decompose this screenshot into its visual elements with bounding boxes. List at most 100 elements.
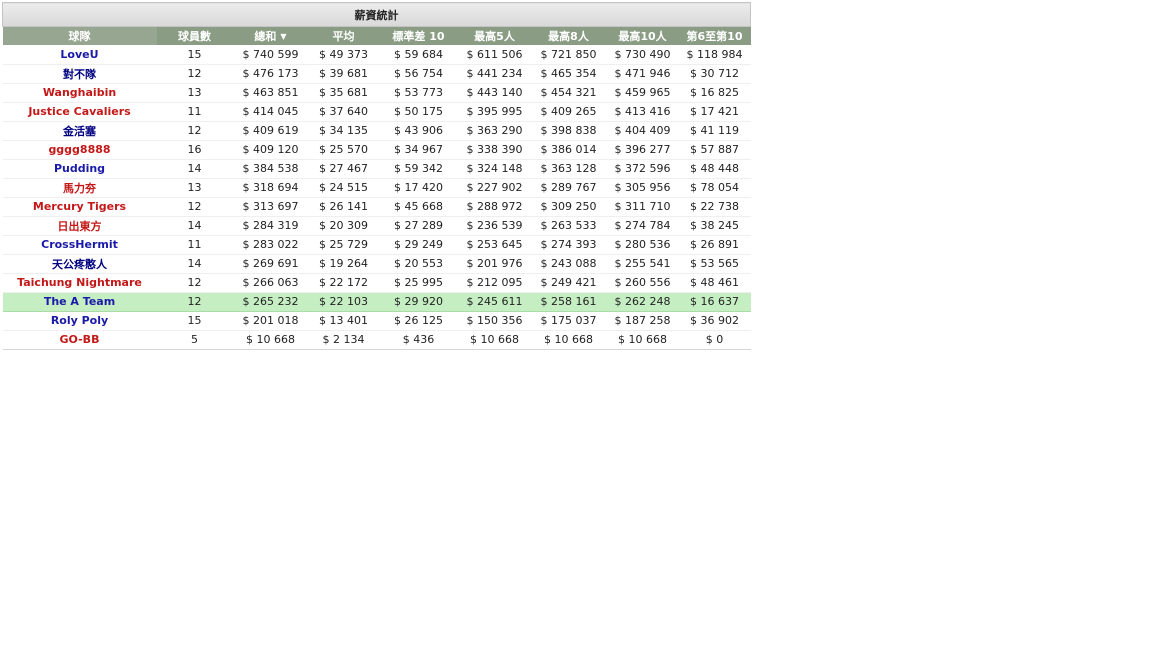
team-link[interactable]: Mercury Tigers: [2, 197, 157, 217]
cell-6th-to-10th: $ 118 984: [678, 45, 751, 65]
column-header-average[interactable]: 平均: [308, 26, 379, 45]
cell-total: $ 284 319: [232, 216, 309, 236]
cell-6th-to-10th: $ 57 887: [678, 140, 751, 160]
cell-average: $ 13 401: [308, 311, 379, 331]
cell-top5: $ 338 390: [458, 140, 531, 160]
column-header-stddev[interactable]: 標準差 10: [378, 26, 459, 45]
cell-players: 11: [156, 102, 233, 122]
cell-top10: $ 10 668: [606, 330, 679, 350]
cell-stddev: $ 29 249: [378, 235, 459, 255]
cell-players: 11: [156, 235, 233, 255]
triangle-down-icon: ▼: [280, 32, 287, 41]
cell-players: 13: [156, 83, 233, 103]
cell-top8: $ 309 250: [530, 197, 607, 217]
column-header-top10[interactable]: 最高10人: [606, 26, 679, 45]
column-header-label: 最高8人: [548, 30, 589, 43]
column-header-top5[interactable]: 最高5人: [458, 26, 531, 45]
cell-6th-to-10th: $ 26 891: [678, 235, 751, 255]
cell-total: $ 409 619: [232, 121, 309, 141]
cell-average: $ 26 141: [308, 197, 379, 217]
table-row: Wanghaibin 13 $ 463 851 $ 35 681 $ 53 773 $ 4…: [2, 83, 751, 103]
table-row: 天公疼憨人 14 $ 269 691 $ 19 264 $ 20 553 $ 201 97…: [2, 254, 751, 274]
cell-top8: $ 243 088: [530, 254, 607, 274]
cell-top5: $ 324 148: [458, 159, 531, 179]
cell-top5: $ 236 539: [458, 216, 531, 236]
table-row: CrossHermit 11 $ 283 022 $ 25 729 $ 29 249 $ …: [2, 235, 751, 255]
cell-top10: $ 471 946: [606, 64, 679, 84]
cell-top10: $ 730 490: [606, 45, 679, 65]
cell-top8: $ 721 850: [530, 45, 607, 65]
cell-players: 14: [156, 159, 233, 179]
cell-top8: $ 465 354: [530, 64, 607, 84]
team-link[interactable]: Wanghaibin: [2, 83, 157, 103]
cell-average: $ 2 134: [308, 330, 379, 350]
team-link[interactable]: GO-BB: [2, 330, 157, 350]
cell-players: 16: [156, 140, 233, 160]
team-link[interactable]: 對不隊: [2, 64, 157, 84]
cell-top5: $ 10 668: [458, 330, 531, 350]
cell-top10: $ 396 277: [606, 140, 679, 160]
cell-top5: $ 245 611: [458, 291, 531, 312]
column-header-players[interactable]: 球員數: [156, 26, 233, 45]
cell-average: $ 37 640: [308, 102, 379, 122]
cell-average: $ 49 373: [308, 45, 379, 65]
cell-top8: $ 289 767: [530, 178, 607, 198]
table-row: Justice Cavaliers 11 $ 414 045 $ 37 640 $ 50…: [2, 102, 751, 122]
cell-top5: $ 212 095: [458, 273, 531, 293]
team-link[interactable]: Justice Cavaliers: [2, 102, 157, 122]
cell-players: 12: [156, 197, 233, 217]
column-header-team[interactable]: 球隊: [2, 26, 157, 45]
cell-average: $ 19 264: [308, 254, 379, 274]
column-header-6th-to-10th[interactable]: 第6至第10: [678, 26, 751, 45]
cell-stddev: $ 59 684: [378, 45, 459, 65]
cell-top8: $ 258 161: [530, 291, 607, 312]
column-header-label: 第6至第10: [686, 30, 743, 43]
column-header-total[interactable]: 總和 ▼: [232, 26, 309, 45]
team-link[interactable]: 金活塞: [2, 121, 157, 141]
team-link[interactable]: 天公疼憨人: [2, 254, 157, 274]
cell-top10: $ 255 541: [606, 254, 679, 274]
cell-total: $ 740 599: [232, 45, 309, 65]
cell-total: $ 318 694: [232, 178, 309, 198]
cell-top10: $ 413 416: [606, 102, 679, 122]
cell-average: $ 24 515: [308, 178, 379, 198]
table-row: Mercury Tigers 12 $ 313 697 $ 26 141 $ 45 66…: [2, 197, 751, 217]
cell-total: $ 409 120: [232, 140, 309, 160]
table-row: gggg8888 16 $ 409 120 $ 25 570 $ 34 967 $ 338…: [2, 140, 751, 160]
cell-total: $ 283 022: [232, 235, 309, 255]
column-header-label: 球員數: [178, 30, 211, 43]
team-link[interactable]: Taichung Nightmare: [2, 273, 157, 293]
team-link[interactable]: 馬力夯: [2, 178, 157, 198]
column-header-label: 最高10人: [618, 30, 667, 43]
cell-players: 15: [156, 311, 233, 331]
cell-top10: $ 260 556: [606, 273, 679, 293]
cell-total: $ 384 538: [232, 159, 309, 179]
cell-stddev: $ 26 125: [378, 311, 459, 331]
cell-top8: $ 454 321: [530, 83, 607, 103]
team-link[interactable]: LoveU: [2, 45, 157, 65]
cell-average: $ 20 309: [308, 216, 379, 236]
team-link[interactable]: Roly Poly: [2, 311, 157, 331]
team-link[interactable]: The A Team: [2, 291, 157, 312]
cell-total: $ 266 063: [232, 273, 309, 293]
team-link[interactable]: gggg8888: [2, 140, 157, 160]
cell-top8: $ 398 838: [530, 121, 607, 141]
cell-top5: $ 441 234: [458, 64, 531, 84]
cell-6th-to-10th: $ 78 054: [678, 178, 751, 198]
team-link[interactable]: Pudding: [2, 159, 157, 179]
cell-top10: $ 187 258: [606, 311, 679, 331]
table-title: 薪資統計: [2, 2, 751, 27]
table-row: LoveU 15 $ 740 599 $ 49 373 $ 59 684 $ 611 50…: [2, 45, 751, 65]
team-link[interactable]: CrossHermit: [2, 235, 157, 255]
cell-total: $ 313 697: [232, 197, 309, 217]
column-header-label: 總和: [254, 30, 277, 43]
cell-stddev: $ 20 553: [378, 254, 459, 274]
column-header-top8[interactable]: 最高8人: [530, 26, 607, 45]
cell-6th-to-10th: $ 53 565: [678, 254, 751, 274]
team-link[interactable]: 日出東方: [2, 216, 157, 236]
cell-players: 12: [156, 64, 233, 84]
cell-total: $ 269 691: [232, 254, 309, 274]
cell-stddev: $ 43 906: [378, 121, 459, 141]
cell-average: $ 25 729: [308, 235, 379, 255]
cell-top5: $ 201 976: [458, 254, 531, 274]
